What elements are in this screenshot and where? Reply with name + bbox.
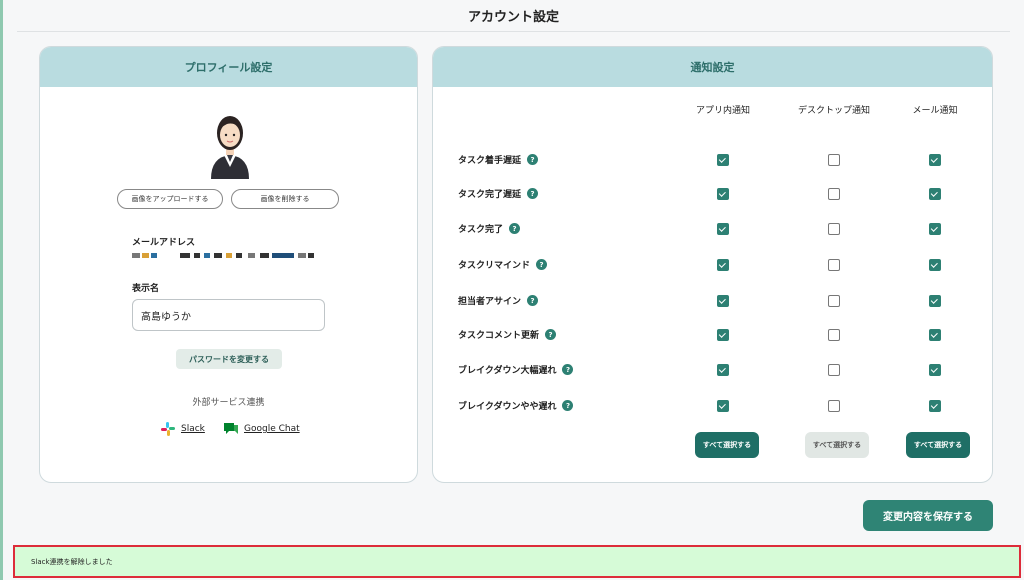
notification-row-label: 担当者アサイン? (458, 294, 539, 307)
delete-image-button[interactable]: 画像を削除する (231, 189, 339, 209)
column-header-app: アプリ内通知 (695, 106, 750, 116)
checkbox-mail[interactable] (929, 223, 941, 235)
avatar (211, 116, 249, 179)
checkbox-app[interactable] (717, 188, 729, 200)
upload-image-button[interactable]: 画像をアップロードする (117, 189, 223, 209)
display-name-input[interactable]: 高島ゆうか (132, 299, 325, 331)
notification-row-text: 担当者アサイン (458, 297, 522, 307)
slack-link[interactable]: Slack (160, 421, 205, 437)
notification-card-header: 通知設定 (433, 47, 992, 87)
help-icon[interactable]: ? (527, 295, 539, 306)
checkbox-mail[interactable] (929, 329, 941, 341)
select-all-desktop-button[interactable]: すべて選択する (805, 432, 869, 458)
title-divider (17, 31, 1010, 32)
notification-row-text: タスクリマインド (458, 261, 531, 271)
checkbox-desktop[interactable] (828, 295, 840, 307)
slack-label: Slack (181, 424, 205, 434)
notification-row-text: ブレイクダウンやや遅れ (458, 402, 557, 412)
select-all-mail-button[interactable]: すべて選択する (906, 432, 970, 458)
checkbox-mail[interactable] (929, 259, 941, 271)
column-header-mail: メール通知 (912, 106, 958, 116)
help-icon[interactable]: ? (509, 223, 521, 234)
checkbox-mail[interactable] (929, 154, 941, 166)
notification-row-label: タスクリマインド? (458, 258, 548, 271)
google-chat-icon (224, 423, 238, 434)
notification-row-text: タスク完了 (458, 225, 504, 235)
checkbox-app[interactable] (717, 400, 729, 412)
checkbox-mail[interactable] (929, 188, 941, 200)
notification-row-label: タスク完了遅延? (458, 187, 539, 200)
checkbox-desktop[interactable] (828, 223, 840, 235)
checkbox-app[interactable] (717, 364, 729, 376)
help-icon[interactable]: ? (562, 400, 574, 411)
notification-row-label: ブレイクダウン大幅遅れ? (458, 363, 574, 376)
notification-row-text: ブレイクダウン大幅遅れ (458, 366, 557, 376)
help-icon[interactable]: ? (536, 259, 548, 270)
checkbox-desktop[interactable] (828, 329, 840, 341)
notification-row-label: タスク着手遅延? (458, 153, 539, 166)
help-icon[interactable]: ? (527, 154, 539, 165)
email-label: メールアドレス (132, 238, 196, 248)
profile-card-header: プロフィール設定 (40, 47, 417, 87)
checkbox-mail[interactable] (929, 400, 941, 412)
checkbox-app[interactable] (717, 259, 729, 271)
masked-email-value (132, 253, 317, 261)
slack-icon (161, 422, 175, 436)
checkbox-desktop[interactable] (828, 259, 840, 271)
checkbox-desktop[interactable] (828, 154, 840, 166)
external-services-title: 外部サービス連携 (192, 398, 265, 408)
notification-row-text: タスク完了遅延 (458, 190, 522, 200)
google-chat-link[interactable]: Google Chat (223, 421, 300, 437)
notification-row-label: タスク完了? (458, 222, 521, 235)
checkbox-desktop[interactable] (828, 400, 840, 412)
column-header-desktop: デスクトップ通知 (797, 106, 870, 116)
checkbox-desktop[interactable] (828, 364, 840, 376)
profile-card: プロフィール設定 画像をアップロードする 画像を削除する メールアドレス 表示名… (39, 46, 418, 483)
page-title: アカウント設定 (467, 10, 559, 25)
toast-message: Slack連携を解除しました (13, 545, 1021, 578)
checkbox-mail[interactable] (929, 364, 941, 376)
checkbox-app[interactable] (717, 295, 729, 307)
save-changes-button[interactable]: 変更内容を保存する (863, 500, 993, 531)
google-chat-label: Google Chat (244, 424, 300, 434)
help-icon[interactable]: ? (562, 364, 574, 375)
notification-row-text: タスクコメント更新 (458, 331, 540, 341)
checkbox-mail[interactable] (929, 295, 941, 307)
display-name-label: 表示名 (132, 284, 160, 294)
help-icon[interactable]: ? (527, 188, 539, 199)
checkbox-app[interactable] (717, 223, 729, 235)
checkbox-app[interactable] (717, 329, 729, 341)
change-password-button[interactable]: パスワードを変更する (176, 349, 282, 369)
notification-row-label: ブレイクダウンやや遅れ? (458, 399, 574, 412)
notification-card: 通知設定 アプリ内通知 デスクトップ通知 メール通知 タスク着手遅延? タスク完了… (432, 46, 993, 483)
select-all-app-button[interactable]: すべて選択する (695, 432, 759, 458)
notification-row-text: タスク着手遅延 (458, 156, 522, 166)
checkbox-app[interactable] (717, 154, 729, 166)
checkbox-desktop[interactable] (828, 188, 840, 200)
notification-row-label: タスクコメント更新? (458, 328, 557, 341)
help-icon[interactable]: ? (545, 329, 557, 340)
